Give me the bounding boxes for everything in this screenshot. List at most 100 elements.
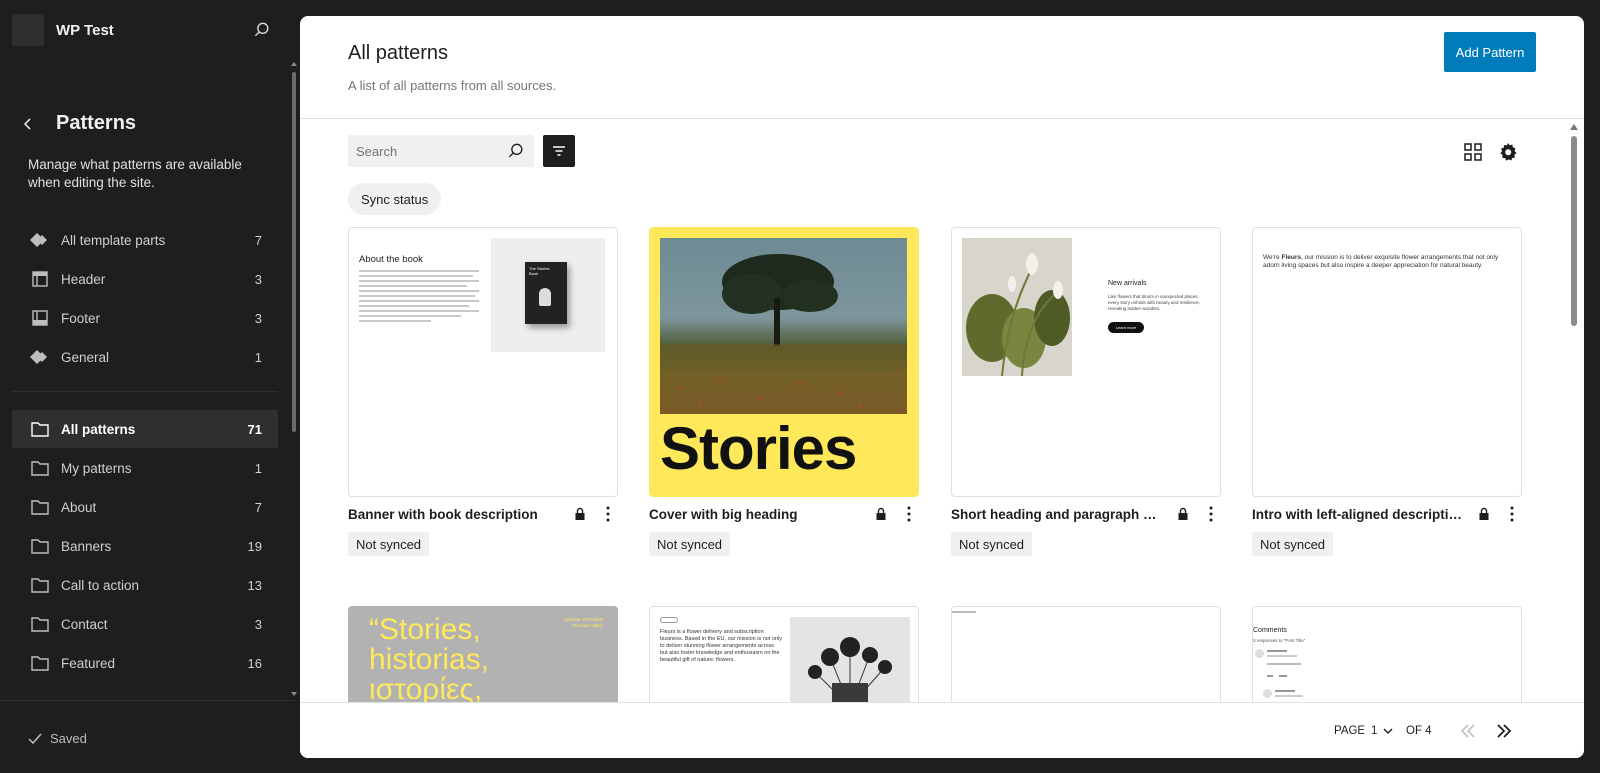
pattern-preview[interactable]: [951, 606, 1221, 706]
sidebar-item-label: All template parts: [61, 232, 166, 248]
sidebar-scroll-up[interactable]: [291, 62, 297, 66]
preview-subheading: 3 responses to “Post Title”: [1253, 638, 1306, 643]
sidebar-description: Manage what patterns are available when …: [28, 157, 242, 190]
sidebar-item-count: 3: [254, 271, 262, 287]
sidebar: WP Test Patterns Manage what patterns ar…: [0, 0, 297, 773]
main-frame: All patterns A list of all patterns from…: [300, 16, 1584, 758]
pattern-card-title-row: Banner with book description: [348, 504, 618, 524]
intro-prefix: We're: [1263, 254, 1282, 261]
pattern-title[interactable]: Banner with book description: [348, 507, 572, 522]
search-field: [348, 135, 534, 167]
sidebar-item-contact[interactable]: Contact 3: [12, 605, 278, 643]
search-icon[interactable]: [252, 20, 272, 40]
page-subtitle: A list of all patterns from all sources.: [348, 78, 557, 93]
preview-quote: “Stories, historias, ιστορίες,: [369, 613, 490, 706]
main-scroll-up[interactable]: [1570, 124, 1578, 130]
main-scrollbar[interactable]: [1571, 136, 1577, 326]
site-title[interactable]: WP Test: [56, 22, 114, 39]
sidebar-item-count: 7: [254, 499, 262, 515]
sync-status-filter-chip[interactable]: Sync status: [348, 183, 442, 215]
pattern-preview[interactable]: About the book The Stories Book: [348, 227, 618, 497]
preview-text-lines: [359, 270, 479, 332]
pattern-card-title-row: Short heading and paragraph an...: [951, 504, 1221, 524]
pattern-preview[interactable]: Stories: [649, 227, 919, 497]
pagination-bar: PAGE 1 OF 4: [300, 702, 1584, 758]
sync-status-badge: Not synced: [649, 532, 731, 556]
sidebar-item-count: 3: [254, 310, 262, 326]
folder-icon: [30, 458, 50, 478]
back-button[interactable]: [20, 116, 36, 132]
preview-side-text: Sayulita, POC/SUN Yosemite Valley: [563, 617, 603, 628]
pattern-card[interactable]: We're Fleurs, our mission is to deliver …: [1252, 227, 1522, 556]
pattern-preview[interactable]: Fleurs is a flower delivery and subscrip…: [649, 606, 919, 706]
pattern-preview[interactable]: New arrivals Like flowers that bloom in …: [951, 227, 1221, 497]
sidebar-item-call-to-action[interactable]: Call to action 13: [12, 566, 278, 604]
tree-image: [660, 254, 907, 414]
sidebar-divider: [12, 391, 278, 392]
add-pattern-button[interactable]: Add Pattern: [1444, 32, 1536, 72]
more-vertical-icon[interactable]: [899, 504, 919, 524]
sync-status-badge: Not synced: [1252, 532, 1334, 556]
pattern-preview[interactable]: We're Fleurs, our mission is to deliver …: [1252, 227, 1522, 497]
site-icon[interactable]: [12, 14, 44, 46]
sidebar-item-label: About: [61, 499, 97, 515]
filter-button[interactable]: [543, 135, 575, 167]
chevron-double-right-icon[interactable]: [1492, 719, 1516, 743]
pattern-title[interactable]: Intro with left-aligned description: [1252, 507, 1476, 522]
sidebar-item-header[interactable]: Header 3: [12, 260, 278, 298]
gear-icon[interactable]: [1496, 140, 1520, 164]
preview-heading: About the book: [359, 254, 423, 265]
book-cover-title: The Stories Book: [529, 266, 550, 276]
sidebar-scroll-down[interactable]: [291, 692, 297, 696]
sidebar-item-banners[interactable]: Banners 19: [12, 527, 278, 565]
pattern-card[interactable]: New arrivals Like flowers that bloom in …: [951, 227, 1221, 556]
sidebar-title: Patterns: [56, 112, 137, 134]
pattern-title[interactable]: Short heading and paragraph an...: [951, 507, 1175, 522]
sync-status-badge: Not synced: [348, 532, 430, 556]
cover-heading: Stories: [660, 415, 857, 482]
sidebar-item-all-template-parts[interactable]: All template parts 7: [12, 221, 278, 259]
folder-icon: [30, 419, 50, 439]
chevron-down-icon: [1383, 728, 1393, 734]
sidebar-item-label: My patterns: [61, 460, 132, 476]
sidebar-item-featured[interactable]: Featured 16: [12, 644, 278, 682]
search-icon[interactable]: [506, 141, 526, 161]
pattern-title[interactable]: Cover with big heading: [649, 507, 873, 522]
preview-paragraph: Like flowers that bloom in unexpected pl…: [1108, 294, 1201, 311]
header-divider: [300, 118, 1584, 119]
sync-status-badge: Not synced: [951, 532, 1033, 556]
folder-icon: [30, 653, 50, 673]
pattern-card[interactable]: Stories Cover with big heading Not synce…: [649, 227, 919, 556]
sidebar-header: Patterns: [20, 112, 136, 135]
more-vertical-icon[interactable]: [1502, 504, 1522, 524]
cover-image: [660, 238, 907, 414]
more-vertical-icon[interactable]: [598, 504, 618, 524]
site-hub: WP Test: [12, 14, 282, 46]
more-vertical-icon[interactable]: [1201, 504, 1221, 524]
pattern-card[interactable]: About the book The Stories Book Banner w…: [348, 227, 618, 556]
page-select[interactable]: 1: [1371, 725, 1393, 737]
sidebar-item-about[interactable]: About 7: [12, 488, 278, 526]
lock-icon: [575, 507, 585, 520]
pattern-preview[interactable]: “Stories, historias, ιστορίες, Sayulita,…: [348, 606, 618, 706]
sidebar-item-label: All patterns: [61, 421, 136, 437]
pattern-preview[interactable]: Comments 3 responses to “Post Title”: [1252, 606, 1522, 706]
sidebar-item-footer[interactable]: Footer 3: [12, 299, 278, 337]
folder-icon: [30, 575, 50, 595]
book-cover: The Stories Book: [525, 262, 567, 324]
sidebar-scrollbar[interactable]: [292, 72, 296, 432]
sidebar-scroll-area: Patterns Manage what patterns are availa…: [0, 60, 294, 700]
folder-icon: [30, 536, 50, 556]
sidebar-item-label: Call to action: [61, 577, 140, 593]
search-input[interactable]: [356, 143, 506, 159]
sidebar-item-general[interactable]: General 1: [12, 338, 278, 376]
diamond-icon: [30, 347, 50, 367]
chevron-left-icon: [23, 117, 31, 130]
sidebar-item-count: 71: [247, 421, 262, 437]
chevron-double-left-icon[interactable]: [1456, 719, 1480, 743]
sidebar-item-count: 3: [254, 616, 262, 632]
grid-view-icon[interactable]: [1461, 140, 1485, 164]
sidebar-item-all-patterns[interactable]: All patterns 71: [12, 410, 278, 448]
sidebar-footer: Saved: [0, 700, 294, 773]
sidebar-item-my-patterns[interactable]: My patterns 1: [12, 449, 278, 487]
